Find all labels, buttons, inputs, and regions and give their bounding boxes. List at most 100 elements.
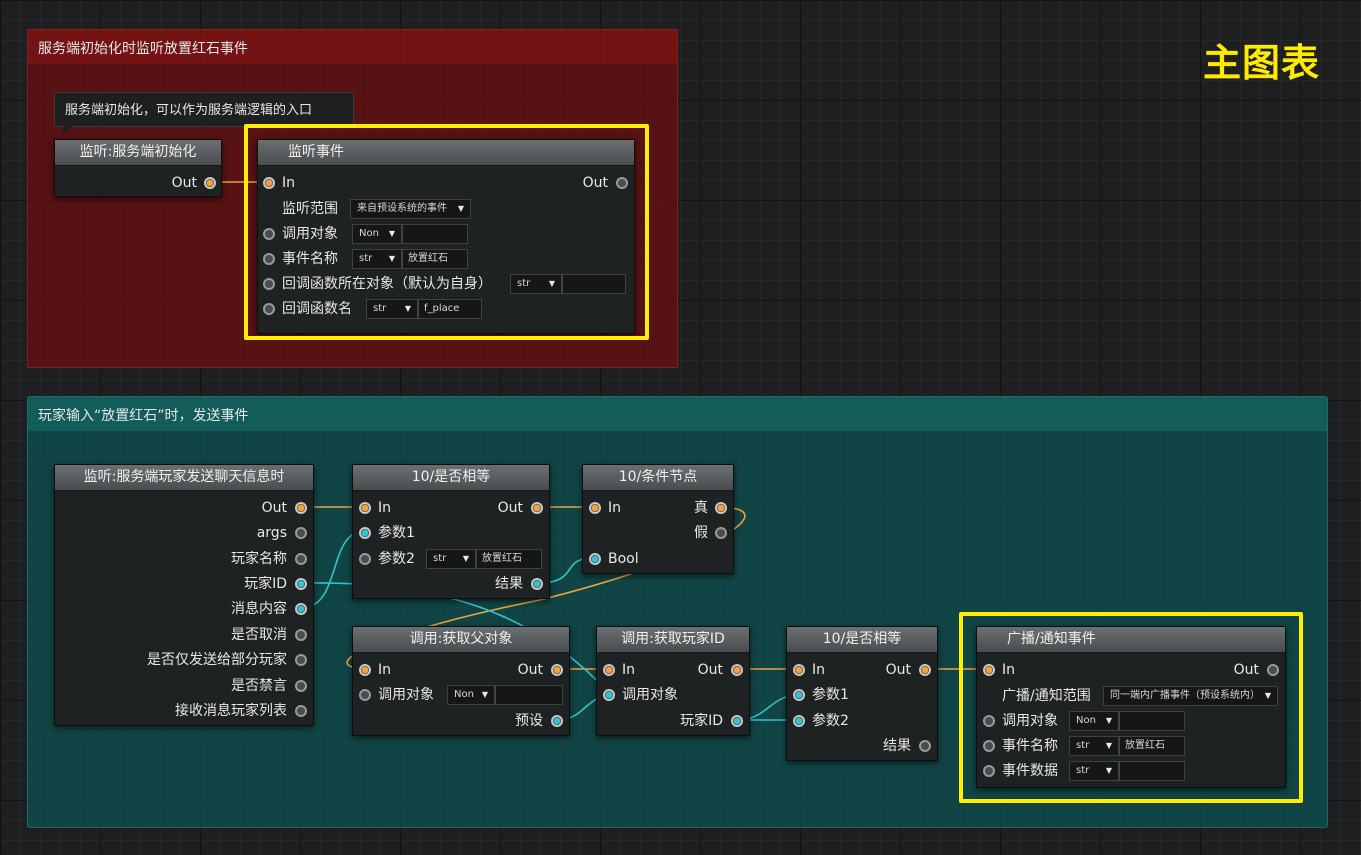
data-in-pin[interactable]: [359, 527, 371, 539]
chevron-down-icon: ▼: [481, 690, 488, 699]
callback-name-type-value: str: [373, 303, 387, 314]
event-name-type-dropdown[interactable]: str ▼: [352, 249, 402, 269]
scope-dropdown[interactable]: 来自预设系统的事件 ▼: [350, 199, 471, 219]
data-out-pin[interactable]: [919, 740, 931, 752]
node-get-parent[interactable]: 调用:获取父对象 In Out 调用对象 Non ▼ 预设: [352, 626, 570, 736]
param2-type-dropdown[interactable]: str ▼: [426, 549, 476, 569]
event-data-input[interactable]: [1119, 761, 1185, 781]
node-condition[interactable]: 10/条件节点 In 真 假 Bool: [582, 464, 734, 574]
bool-in-pin[interactable]: [589, 553, 601, 565]
pin-label-message: 消息内容: [231, 601, 287, 617]
data-out-pin[interactable]: [531, 578, 543, 590]
event-name-label: 事件名称: [282, 251, 338, 267]
pin-label-args: args: [256, 525, 287, 541]
result-label: 结果: [495, 576, 523, 592]
data-in-pin[interactable]: [793, 715, 805, 727]
node-server-init[interactable]: 监听:服务端初始化 Out: [54, 139, 222, 197]
target-type-dropdown[interactable]: Non ▼: [352, 224, 402, 244]
exec-in-pin[interactable]: [793, 664, 805, 676]
comment-bubble[interactable]: 服务端初始化，可以作为服务端逻辑的入口: [54, 92, 354, 135]
target-input[interactable]: [1119, 711, 1185, 731]
in-label: In: [378, 662, 392, 678]
target-input[interactable]: [402, 224, 468, 244]
event-name-input[interactable]: 放置红石: [402, 249, 468, 269]
param1-label: 参数1: [378, 525, 415, 541]
exec-in-pin[interactable]: [589, 502, 601, 514]
data-out-pin[interactable]: [731, 715, 743, 727]
exec-out-pin[interactable]: [531, 502, 543, 514]
pin-label-receivers: 接收消息玩家列表: [175, 703, 287, 719]
chevron-down-icon: ▼: [1105, 741, 1112, 750]
data-in-pin[interactable]: [983, 715, 995, 727]
exec-out-pin[interactable]: [295, 502, 307, 514]
data-out-pin[interactable]: [295, 629, 307, 641]
exec-in-pin[interactable]: [359, 664, 371, 676]
exec-in-pin[interactable]: [603, 664, 615, 676]
data-out-pin[interactable]: [551, 715, 563, 727]
exec-in-pin[interactable]: [263, 177, 275, 189]
callback-obj-type-dropdown[interactable]: str ▼: [510, 274, 562, 294]
target-type-dropdown[interactable]: Non ▼: [1069, 711, 1119, 731]
event-name-input[interactable]: 放置红石: [1119, 736, 1185, 756]
pin-label-out: Out: [261, 500, 287, 516]
bool-label: Bool: [608, 551, 639, 567]
node-listen-event[interactable]: 监听事件 In Out 监听范围 来自预设系统的事件 ▼ 调用对象 Non ▼ 事件…: [257, 139, 635, 334]
data-in-pin[interactable]: [603, 689, 615, 701]
node-title: 10/条件节点: [583, 465, 733, 491]
data-out-pin[interactable]: [295, 578, 307, 590]
data-in-pin[interactable]: [983, 740, 995, 752]
data-out-pin[interactable]: [295, 680, 307, 692]
target-label: 调用对象: [282, 226, 338, 242]
data-in-pin[interactable]: [263, 278, 275, 290]
node-equal-1[interactable]: 10/是否相等 In Out 参数1 参数2 str ▼ 放置红石 结果: [352, 464, 550, 599]
target-input[interactable]: [495, 685, 563, 705]
data-in-pin[interactable]: [263, 303, 275, 315]
param2-input[interactable]: 放置红石: [476, 549, 542, 569]
true-out-pin[interactable]: [715, 502, 727, 514]
data-in-pin[interactable]: [359, 553, 371, 565]
exec-in-pin[interactable]: [983, 664, 995, 676]
chevron-down-icon: ▼: [1264, 691, 1271, 700]
pin-label-muted: 是否禁言: [231, 678, 287, 694]
data-out-pin[interactable]: [295, 527, 307, 539]
exec-out-pin[interactable]: [1267, 664, 1279, 676]
exec-out-pin[interactable]: [204, 177, 216, 189]
node-title: 广播/通知事件: [977, 627, 1285, 653]
data-in-pin[interactable]: [983, 765, 995, 777]
exec-out-pin[interactable]: [616, 177, 628, 189]
data-out-pin[interactable]: [295, 654, 307, 666]
in-label: In: [1002, 662, 1016, 678]
target-label: 调用对象: [622, 687, 678, 703]
data-in-pin[interactable]: [359, 689, 371, 701]
callback-name-input[interactable]: f_place: [418, 299, 482, 319]
out-label: Out: [517, 662, 543, 678]
scope-label: 广播/通知范围: [1002, 688, 1091, 704]
node-title: 10/是否相等: [353, 465, 549, 491]
false-out-pin[interactable]: [715, 527, 727, 539]
data-in-pin[interactable]: [263, 228, 275, 240]
data-out-pin[interactable]: [295, 553, 307, 565]
node-get-player-id[interactable]: 调用:获取玩家ID In Out 调用对象 玩家ID: [596, 626, 750, 736]
event-name-type-dropdown[interactable]: str ▼: [1069, 736, 1119, 756]
node-equal-2[interactable]: 10/是否相等 In Out 参数1 参数2 结果: [786, 626, 938, 761]
node-chat-listener[interactable]: 监听:服务端玩家发送聊天信息时 Out args 玩家名称 玩家ID 消息内容 …: [54, 464, 314, 726]
node-title: 监听:服务端初始化: [55, 140, 221, 166]
target-type-dropdown[interactable]: Non ▼: [447, 685, 495, 705]
event-data-label: 事件数据: [1002, 763, 1058, 779]
exec-out-pin[interactable]: [551, 664, 563, 676]
event-data-type-dropdown[interactable]: str ▼: [1069, 761, 1119, 781]
in-label: In: [622, 662, 636, 678]
result-label: 结果: [883, 738, 911, 754]
data-in-pin[interactable]: [793, 689, 805, 701]
callback-obj-input[interactable]: [562, 274, 626, 294]
callback-name-type-dropdown[interactable]: str ▼: [366, 299, 418, 319]
node-broadcast[interactable]: 广播/通知事件 In Out 广播/通知范围 同一端内广播事件（预设系统内） ▼ …: [976, 626, 1286, 788]
scope-dropdown[interactable]: 同一端内广播事件（预设系统内） ▼: [1103, 686, 1278, 706]
in-label: In: [608, 500, 622, 516]
data-in-pin[interactable]: [263, 253, 275, 265]
data-out-pin[interactable]: [295, 603, 307, 615]
exec-out-pin[interactable]: [919, 664, 931, 676]
data-out-pin[interactable]: [295, 705, 307, 717]
exec-in-pin[interactable]: [359, 502, 371, 514]
exec-out-pin[interactable]: [731, 664, 743, 676]
